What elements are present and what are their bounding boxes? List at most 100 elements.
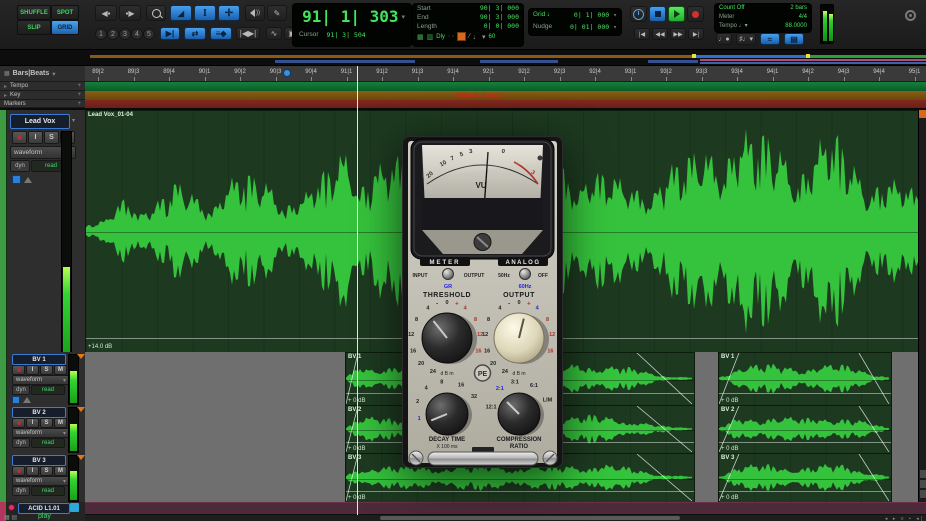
audio-clip-bv3-b[interactable]: BV 3 + 0 dB <box>718 453 892 504</box>
volume-automation-line[interactable] <box>719 393 891 394</box>
edit-mode-spot[interactable]: SPOT <box>51 5 79 20</box>
timeline-insertion-icon[interactable]: ▦ <box>417 33 424 41</box>
warp-icon[interactable] <box>24 177 32 183</box>
track-header-bv3[interactable]: BV 3 I S M waveform▾ dyn read <box>0 453 85 503</box>
scroll-button-resize[interactable] <box>920 490 926 498</box>
fast-forward-button[interactable]: ▶▶ <box>670 28 686 40</box>
solo-button[interactable]: S <box>40 365 53 375</box>
track-mini-icons[interactable]: ▦ ▤ <box>4 514 17 521</box>
playhead-cursor[interactable] <box>357 66 358 515</box>
session-overview-strip[interactable] <box>0 50 926 66</box>
tab-to-transient-button[interactable]: ▶| <box>160 27 180 40</box>
mute-button[interactable]: M <box>54 466 67 476</box>
track-name-bv3[interactable]: BV 3 <box>12 455 66 466</box>
input-monitor-button[interactable]: I <box>26 365 39 375</box>
mirror-midi-button[interactable]: ∿ <box>266 27 282 40</box>
main-counter-display[interactable]: 91| 1| 303 ▾ Cursor 91| 3| 504 <box>292 3 412 47</box>
elastic-audio-icon[interactable] <box>12 396 20 404</box>
pencil-tool[interactable]: ✎ <box>267 5 287 21</box>
warp-icon[interactable] <box>23 397 31 403</box>
note-value-icon[interactable]: ♩ ▾ <box>473 33 485 41</box>
scrollbar-thumb[interactable] <box>380 516 680 520</box>
return-to-zero-button[interactable]: |◀ <box>634 28 650 40</box>
track-view-selector[interactable]: waveform▾ <box>12 476 70 486</box>
record-enable-button[interactable] <box>12 131 27 144</box>
clip-warning-icon[interactable] <box>77 407 85 412</box>
track-lane-acid[interactable] <box>85 502 926 515</box>
scroll-button-down[interactable] <box>920 480 926 488</box>
insertion-follows-playback-button[interactable]: |◀▶| <box>236 27 260 40</box>
midi-merge-button[interactable]: ▤ <box>784 33 804 45</box>
dyn-button[interactable]: dyn <box>12 438 30 448</box>
pencil-mini-icon[interactable]: ∕ <box>469 33 470 40</box>
clip-warning-icon[interactable] <box>77 455 85 460</box>
input-monitor-button[interactable]: I <box>26 466 39 476</box>
compressor-plugin-window[interactable]: 20 10 7 5 3 0 3 VU METER INPUT OUTPUT GR <box>402 136 563 468</box>
tempo-ruler-toggle[interactable]: ≈ <box>760 33 780 45</box>
window-mini-buttons[interactable]: ◂ ▸ ≡ ▪ ◂| <box>885 516 924 521</box>
input-monitor-button[interactable]: I <box>26 418 39 428</box>
track-header-bv1[interactable]: BV 1 I S M waveform▾ dyn read <box>0 352 85 406</box>
zoom-preset-4[interactable]: 4 <box>131 28 143 40</box>
track-badge[interactable] <box>70 503 79 512</box>
meter-switch-toggle[interactable] <box>443 269 454 280</box>
grabber-tool[interactable]: ✛ <box>218 5 240 21</box>
selector-tool[interactable]: I <box>194 5 216 21</box>
record-enable-button[interactable] <box>12 418 25 428</box>
track-name-lead-vox[interactable]: Lead Vox <box>10 114 70 129</box>
edit-mode-grid[interactable]: GRID <box>51 20 79 35</box>
zoom-preset-5[interactable]: 5 <box>143 28 155 40</box>
volume-automation-line[interactable] <box>346 491 694 492</box>
mute-button[interactable]: M <box>54 365 67 375</box>
record-enable-button[interactable] <box>12 365 25 375</box>
automation-mode-button[interactable]: read <box>31 385 65 395</box>
zoom-preset-1[interactable]: 1 <box>95 28 107 40</box>
track-header-lead-vox[interactable]: Lead Vox ▾ I S M waveform▾ dyn read <box>0 110 85 353</box>
timeline-ruler[interactable]: 89|289|389|490|190|290|390|491|191|291|3… <box>85 66 926 82</box>
volume-automation-line[interactable] <box>719 442 891 443</box>
zoom-in-button[interactable]: ▪▶ <box>119 5 141 21</box>
scrubber-tool[interactable]: )) <box>245 5 265 21</box>
record-enable-button[interactable] <box>8 504 15 511</box>
input-monitor-button[interactable]: I <box>28 131 43 144</box>
record-button[interactable] <box>687 6 704 22</box>
track-header-bv2[interactable]: BV 2 I S M waveform▾ dyn read <box>0 405 85 454</box>
clip-warning-icon[interactable] <box>77 354 85 359</box>
dyn-button[interactable]: dyn <box>12 486 30 496</box>
audio-clip-bv2-b[interactable]: BV 2 + 0 dB <box>718 405 892 455</box>
track-view-selector[interactable]: waveform▾ <box>12 375 70 385</box>
track-view-selector[interactable]: waveform▾ <box>12 428 70 438</box>
key-lane[interactable]: Default: C major <box>85 91 926 100</box>
go-to-end-button[interactable]: ▶| <box>688 28 704 40</box>
track-header-acid[interactable]: ACID L1.01 ▦ ▤ play <box>0 502 85 521</box>
selection-display[interactable]: Start90| 3| 000 End90| 3| 000 Length0| 0… <box>412 3 524 47</box>
edit-insertion-icon[interactable]: ▥ <box>427 33 434 41</box>
elastic-audio-icon[interactable] <box>12 175 21 184</box>
clip-indicator-corner[interactable] <box>919 110 926 118</box>
ruler-markers[interactable]: Markers+ <box>0 100 85 108</box>
zoom-preset-2[interactable]: 2 <box>107 28 119 40</box>
vertical-scrollbar[interactable] <box>918 110 926 502</box>
link-timeline-selection-button[interactable]: ⇄ <box>184 27 206 40</box>
delay-compensation-indicator[interactable]: Dly <box>436 34 445 40</box>
scroll-button-up[interactable] <box>920 470 926 478</box>
track-menu-icon[interactable]: ▾ <box>72 117 75 124</box>
settings-gear-icon[interactable] <box>905 10 916 21</box>
markers-lane[interactable] <box>85 100 926 108</box>
dyn-button[interactable]: dyn <box>12 385 30 395</box>
track-name-bv2[interactable]: BV 2 <box>12 407 66 418</box>
track-name-bv1[interactable]: BV 1 <box>12 354 66 365</box>
link-track-selection-button[interactable]: ≡◆ <box>210 27 232 40</box>
zoom-out-button[interactable]: ◀▪ <box>95 5 117 21</box>
metronome-button[interactable]: ♩● <box>716 33 732 45</box>
rewind-button[interactable]: ◀◀ <box>652 28 668 40</box>
dyn-button[interactable]: dyn <box>10 160 30 172</box>
solo-button[interactable]: S <box>40 466 53 476</box>
grid-nudge-display[interactable]: Grid ♩ 0| 1| 000 ▾ Nudge 0| 01| 000 ▾ <box>528 8 622 36</box>
edit-mode-slip[interactable]: SLIP <box>17 20 51 35</box>
mute-button[interactable]: M <box>54 418 67 428</box>
counter-dropdown-icon[interactable]: ▾ <box>401 13 405 21</box>
clip-indicator[interactable] <box>457 32 466 41</box>
transport-counters[interactable]: Count Off2 bars Meter4/4 Tempo ♩▾88.0000 <box>714 3 812 33</box>
record-enable-button[interactable] <box>12 466 25 476</box>
